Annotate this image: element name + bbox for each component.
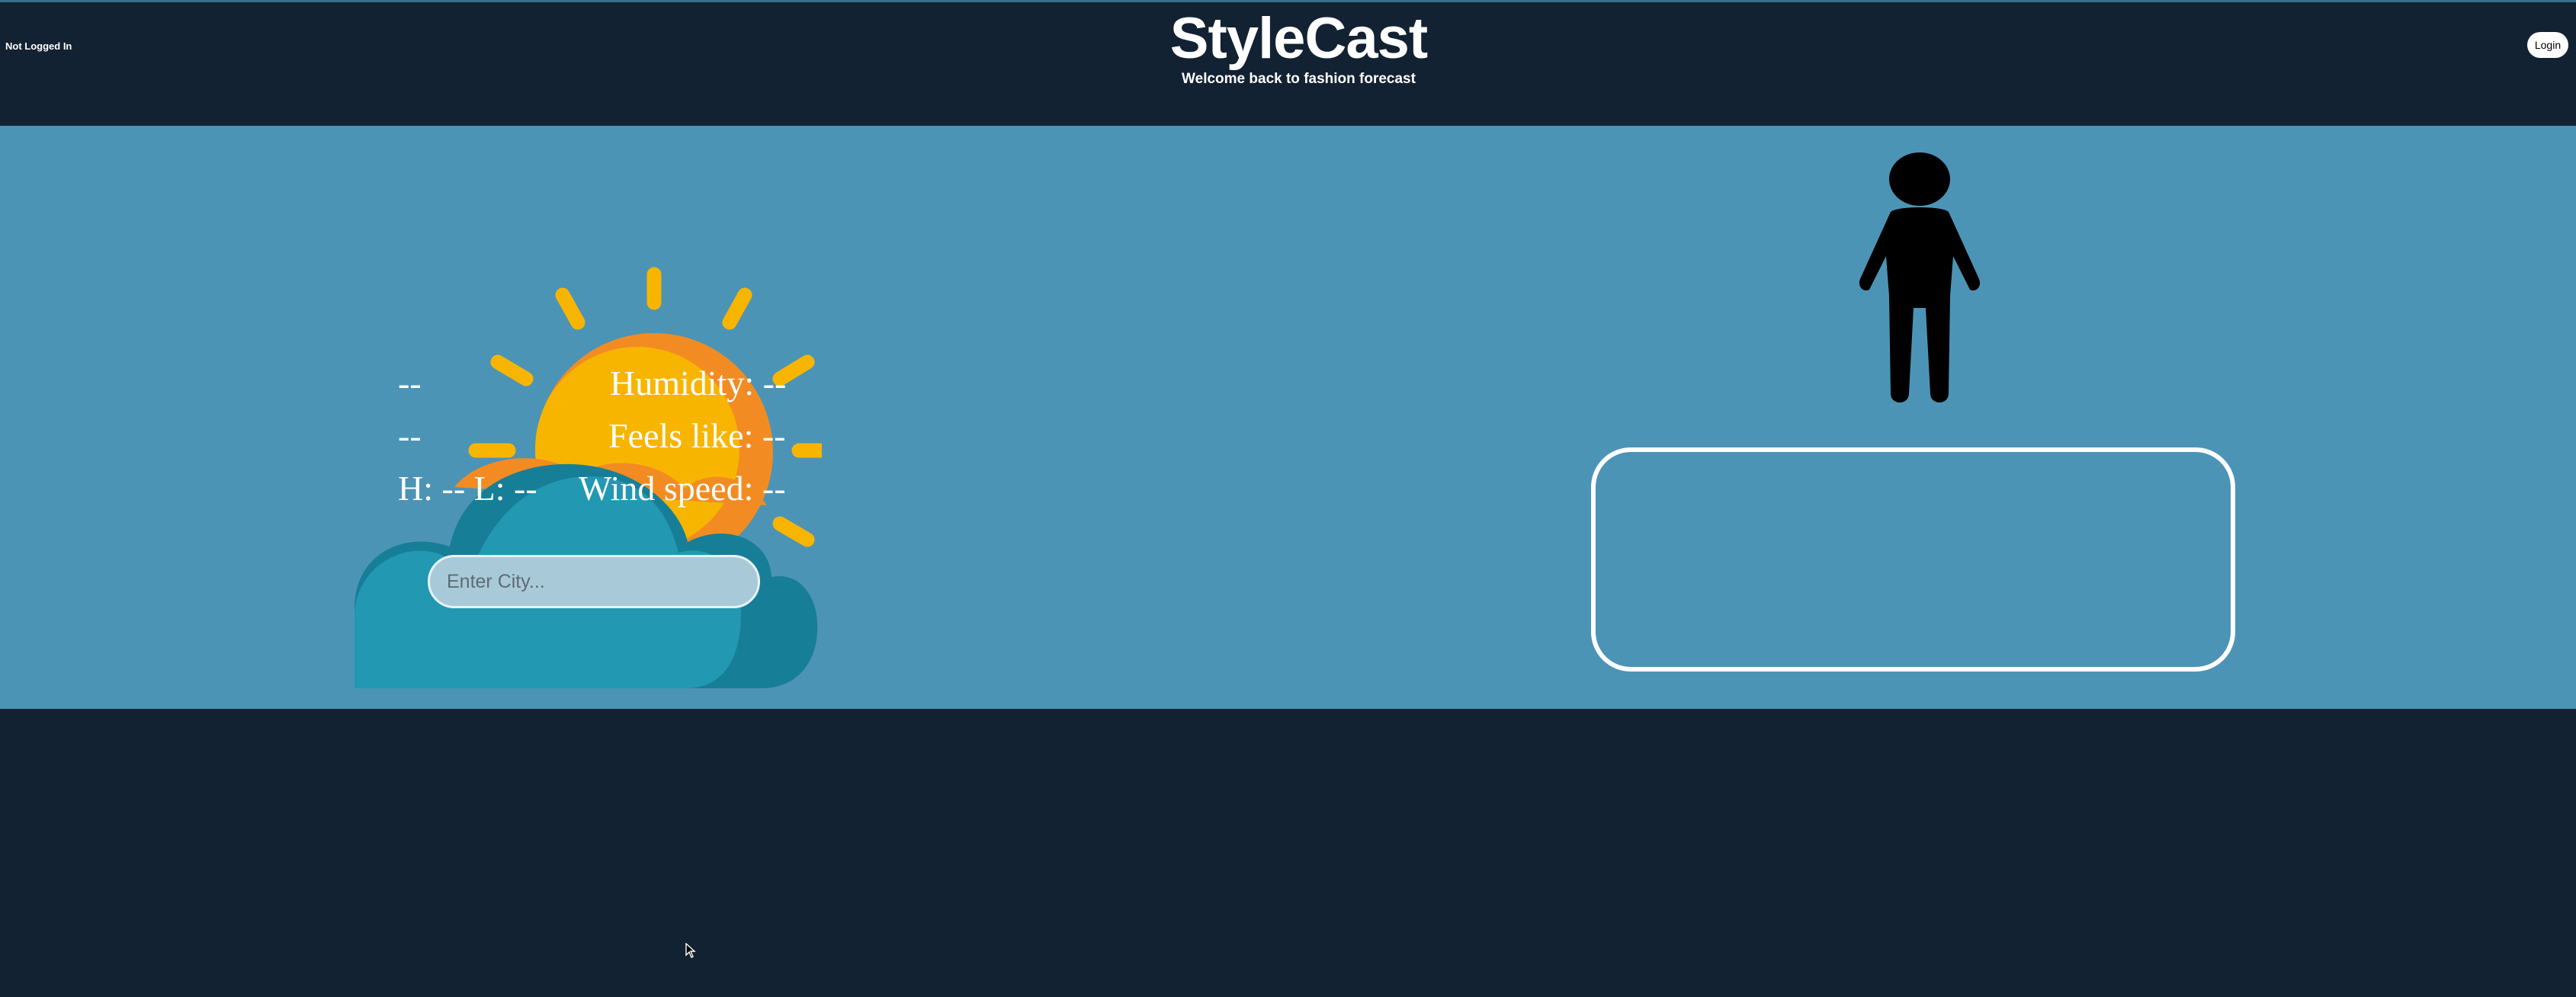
condition-text: -- — [398, 416, 422, 455]
city-search-input[interactable] — [428, 555, 760, 608]
app-title: StyleCast — [1169, 6, 1428, 71]
outfit-suggestion-box — [1591, 447, 2235, 672]
high-low-text: H: -- L: -- — [398, 469, 537, 508]
main-panel: -- Humidity: -- -- Feels like: -- H: -- … — [0, 126, 2576, 709]
temperature-text: -- — [398, 364, 422, 402]
login-button[interactable]: Login — [2527, 32, 2568, 58]
brand-block: StyleCast Welcome back to fashion foreca… — [0, 5, 2576, 88]
person-icon — [1859, 152, 1981, 402]
mouse-cursor-icon — [685, 943, 696, 958]
app-header: Not Logged In StyleCast Welcome back to … — [0, 2, 2576, 126]
feels-like-text: Feels like: -- — [608, 416, 786, 455]
app-subtitle: Welcome back to fashion forecast — [1182, 71, 1416, 87]
wind-speed-text: Wind speed: -- — [579, 469, 786, 508]
humidity-text: Humidity: -- — [610, 364, 787, 402]
